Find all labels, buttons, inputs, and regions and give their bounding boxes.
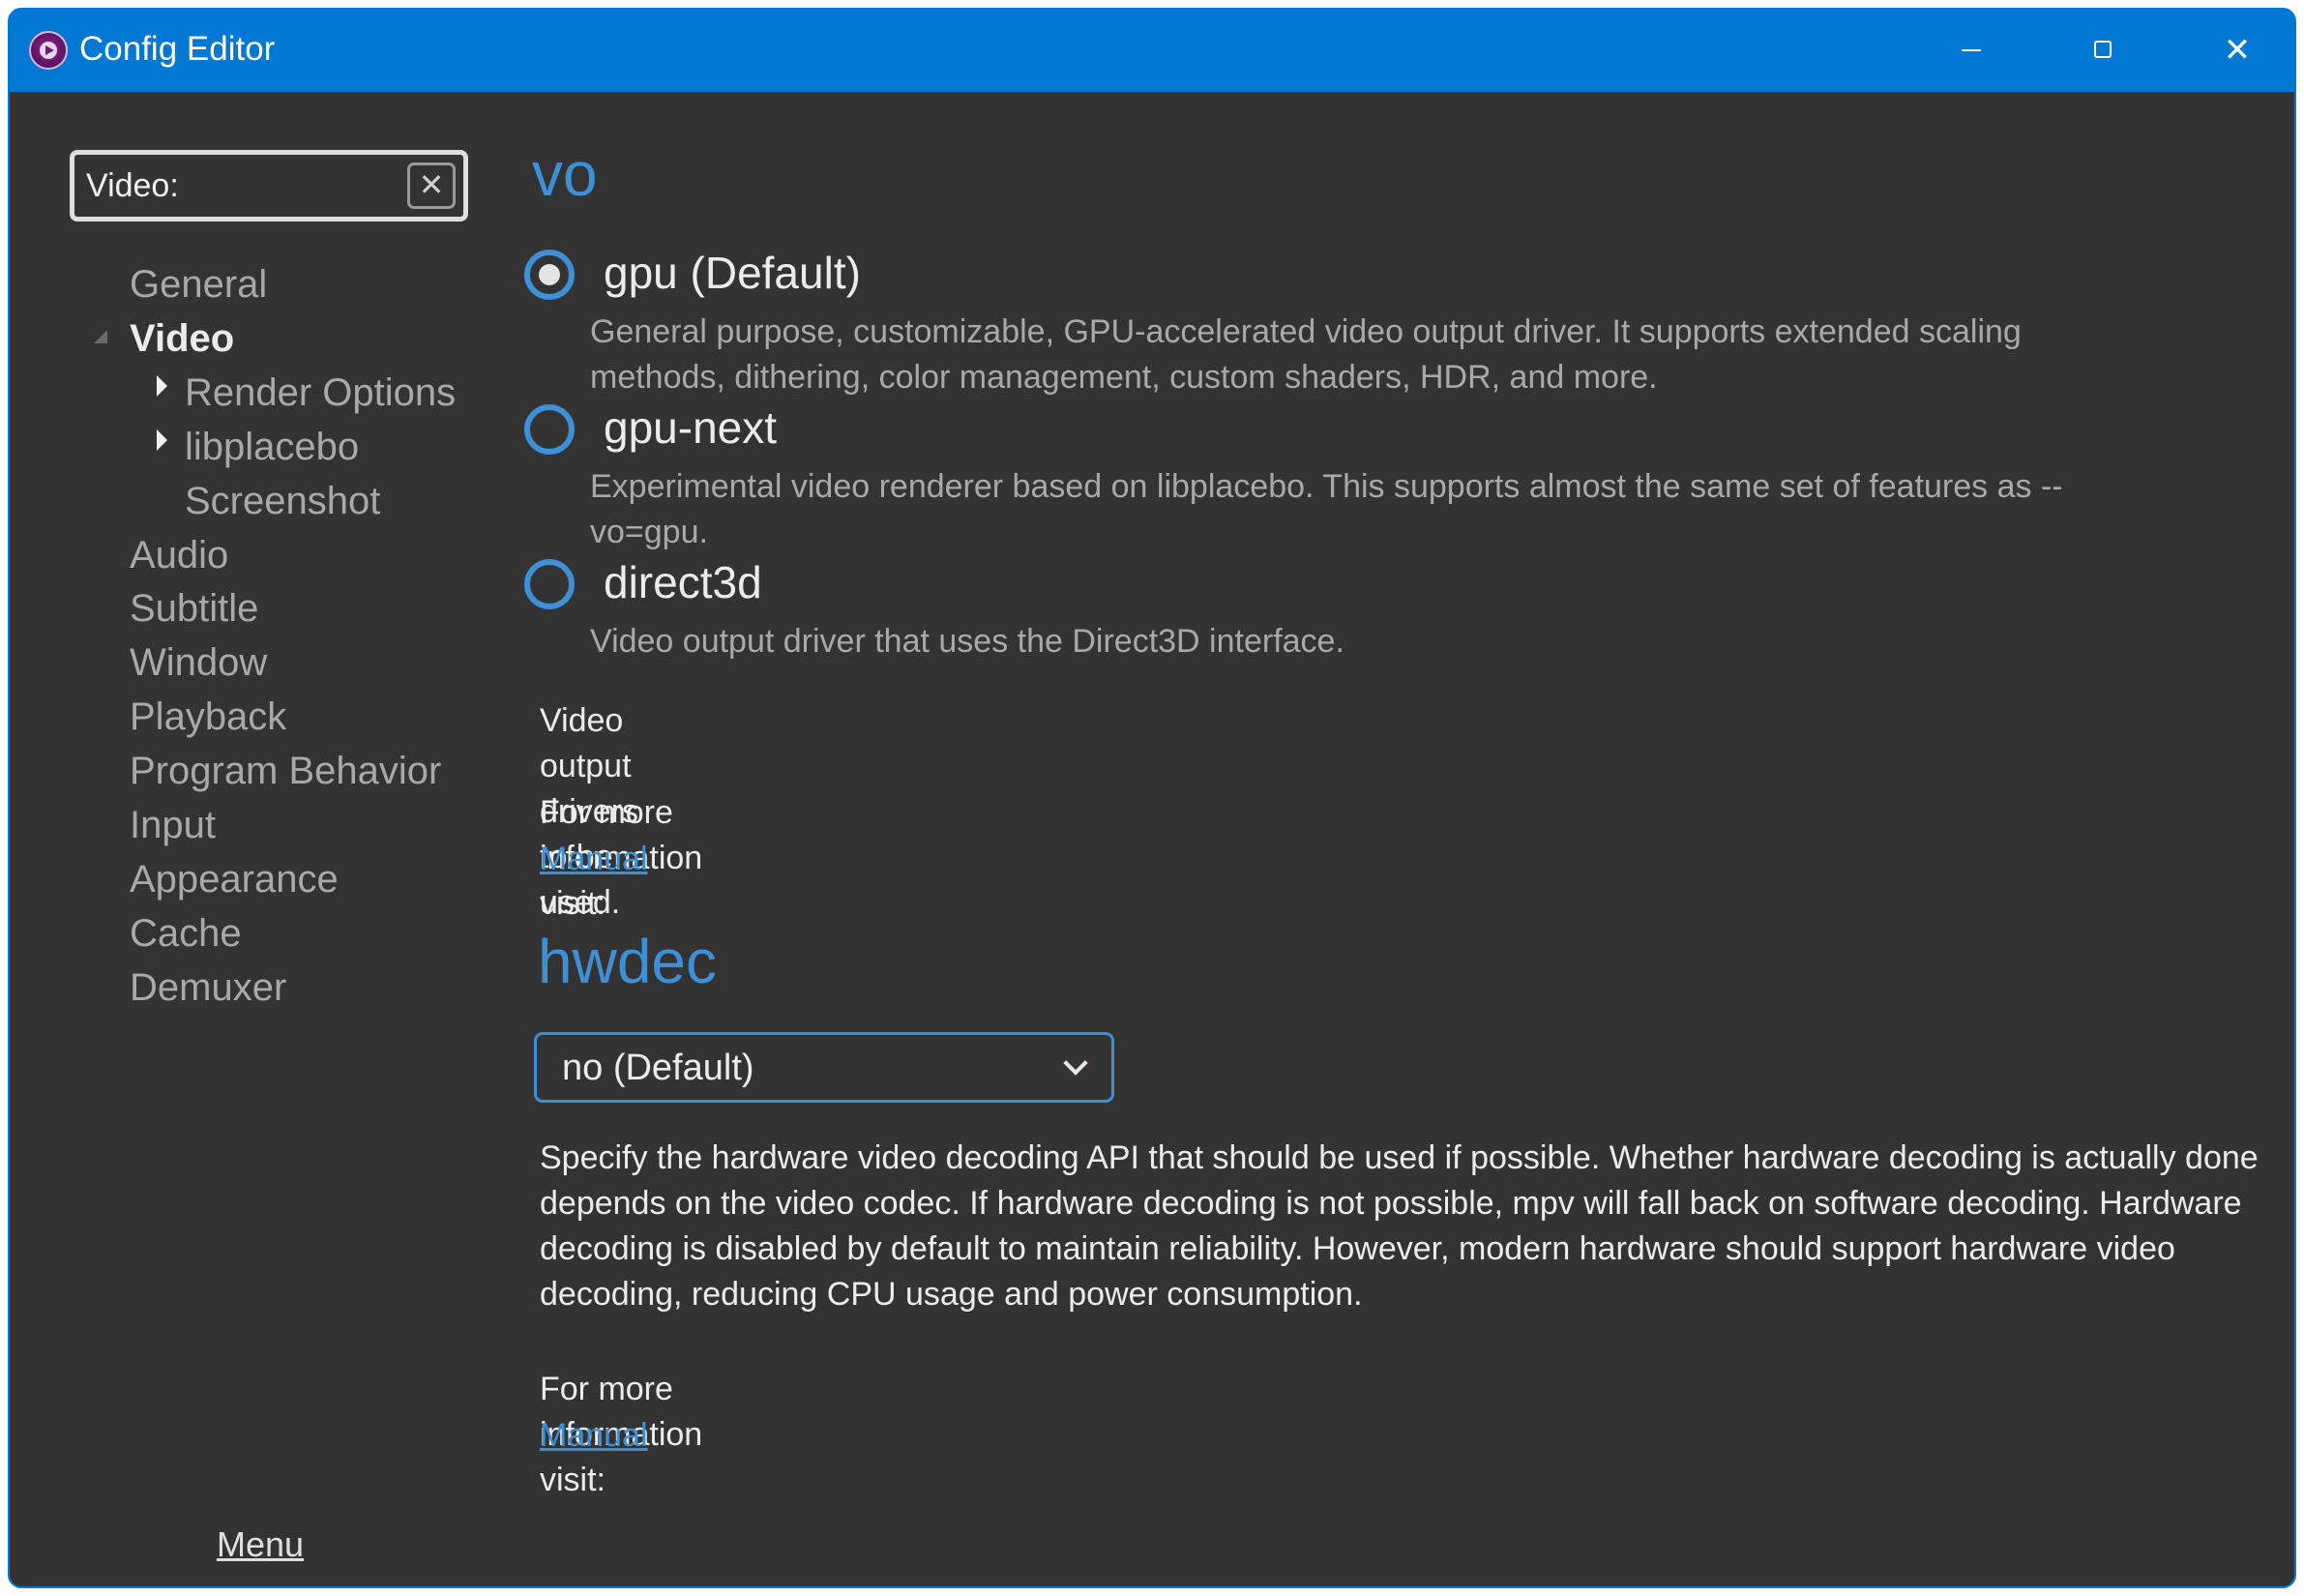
search-box: ✕ <box>70 150 468 222</box>
minimize-button[interactable] <box>1905 10 2031 92</box>
sidebar-item-render-options[interactable]: Render Options <box>185 367 456 419</box>
hwdec-help-text: Specify the hardware video decoding API … <box>540 1139 2259 1313</box>
menu-link[interactable]: Menu <box>217 1522 304 1568</box>
sidebar-item-libplacebo[interactable]: libplacebo <box>185 421 359 473</box>
collapsed-triangle-icon[interactable] <box>157 429 167 451</box>
radio-button-checked[interactable] <box>524 250 575 300</box>
search-input[interactable] <box>86 163 396 209</box>
sidebar-item-program-behavior[interactable]: Program Behavior <box>130 745 441 797</box>
radio-description: Experimental video renderer based on lib… <box>590 468 2063 550</box>
title-bar[interactable]: Config Editor ✕ <box>10 10 2294 92</box>
hwdec-manual-link[interactable]: Manual <box>540 1413 648 1459</box>
radio-label: gpu (Default) <box>604 248 861 298</box>
sidebar-item-general[interactable]: General <box>130 258 267 310</box>
close-button[interactable]: ✕ <box>2172 10 2294 92</box>
maximize-icon <box>2094 41 2112 58</box>
sidebar-item-screenshot[interactable]: Screenshot <box>185 475 380 527</box>
expanded-triangle-icon[interactable] <box>94 330 107 343</box>
maximize-button[interactable] <box>2039 10 2165 92</box>
clear-search-button[interactable]: ✕ <box>407 163 456 209</box>
collapsed-triangle-icon[interactable] <box>157 375 167 397</box>
config-editor-window: Config Editor ✕ ✕ General Video Render O… <box>8 8 2296 1588</box>
radio-description: Video output driver that uses the Direct… <box>590 623 1344 660</box>
chevron-down-icon <box>1063 1050 1088 1076</box>
sidebar-item-video[interactable]: Video <box>130 312 234 365</box>
hwdec-dropdown[interactable]: no (Default) <box>534 1032 1114 1103</box>
close-icon: ✕ <box>2223 32 2252 69</box>
close-icon: ✕ <box>418 167 445 202</box>
sidebar-item-appearance[interactable]: Appearance <box>130 853 339 905</box>
window-title: Config Editor <box>79 30 276 68</box>
sidebar-item-window[interactable]: Window <box>130 636 267 689</box>
radio-label: direct3d <box>604 557 762 607</box>
sidebar-item-cache[interactable]: Cache <box>130 907 242 960</box>
hwdec-selected-value: no (Default) <box>562 1048 754 1088</box>
sidebar-item-playback[interactable]: Playback <box>130 691 286 743</box>
radio-button-unchecked[interactable] <box>524 559 575 609</box>
sidebar-item-input[interactable]: Input <box>130 799 216 851</box>
sidebar-item-audio[interactable]: Audio <box>130 529 228 581</box>
radio-button-unchecked[interactable] <box>524 404 575 455</box>
mpv-app-icon <box>29 31 68 70</box>
minimize-icon <box>1962 49 1981 51</box>
sidebar-item-subtitle[interactable]: Subtitle <box>130 582 258 635</box>
section-title-vo: vo <box>532 139 598 209</box>
radio-description: General purpose, customizable, GPU-accel… <box>590 313 2022 396</box>
vo-manual-link[interactable]: Manual <box>540 837 648 882</box>
section-title-hwdec: hwdec <box>538 927 717 996</box>
radio-label: gpu-next <box>604 402 778 453</box>
sidebar-item-demuxer[interactable]: Demuxer <box>130 961 286 1014</box>
